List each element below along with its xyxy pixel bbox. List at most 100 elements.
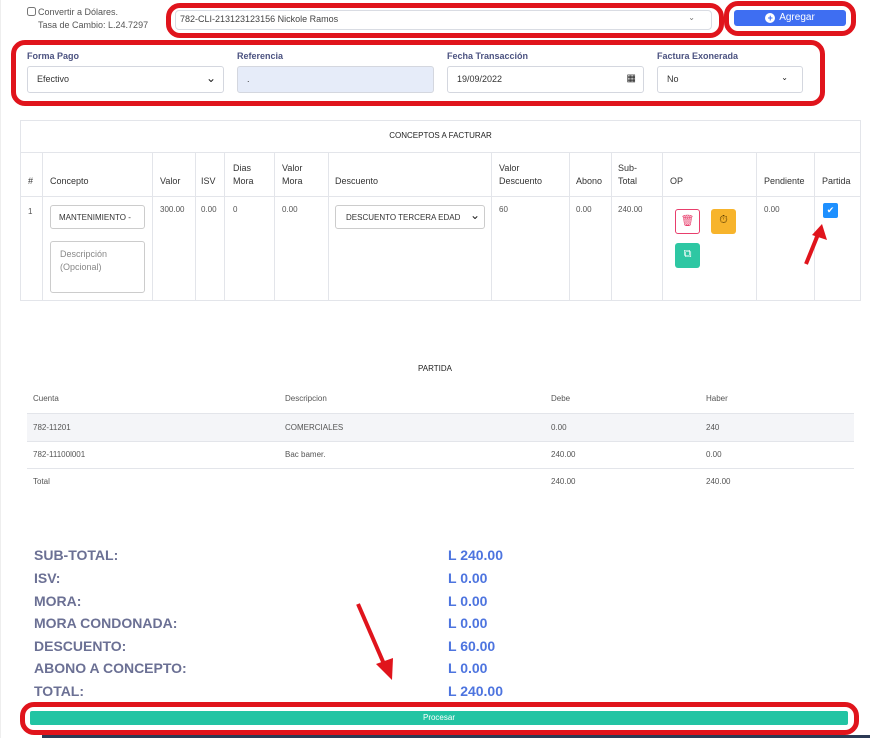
- cuenta-cell: 782-11201: [33, 423, 71, 432]
- referencia-value: .: [247, 74, 250, 84]
- forma-pago-select[interactable]: Efectivo ⌄: [27, 66, 224, 93]
- arrow-annotation-icon: [356, 603, 393, 680]
- referencia-input[interactable]: .: [237, 66, 434, 93]
- descripcion-cell: COMERCIALES: [285, 423, 344, 432]
- haber-cell: 240: [706, 423, 720, 432]
- client-select[interactable]: 782-CLI-213123123156 Nickole Ramos ⌄: [175, 10, 712, 30]
- row-valor-descuento: 60: [499, 205, 508, 214]
- convert-dollars-block: Convertir a Dólares. Tasa de Cambio: L.2…: [27, 6, 148, 32]
- row-abono: 0.00: [576, 205, 592, 214]
- col-abono: Abono: [576, 176, 603, 186]
- descripcion-cell: Bac bamer.: [285, 450, 326, 459]
- col-pendiente: Pendiente: [764, 176, 805, 186]
- haber-cell: 240.00: [706, 477, 731, 486]
- timer-button[interactable]: ⏱: [711, 209, 736, 234]
- check-icon: ✔: [826, 205, 835, 215]
- exonerada-value: No: [667, 74, 679, 84]
- debe-cell: 240.00: [551, 477, 576, 486]
- mora-value: L 0.00: [448, 593, 488, 609]
- col-subtotal: Sub- Total: [618, 163, 638, 186]
- divider: [328, 152, 329, 300]
- row-pendiente: 0.00: [764, 205, 780, 214]
- row-isv: 0.00: [201, 205, 217, 214]
- col-isv: ISV: [201, 176, 216, 186]
- col-valor-descuento: Valor Descuento: [499, 163, 543, 186]
- col-partida: Partida: [822, 176, 851, 186]
- exchange-rate-label: Tasa de Cambio: L.24.7297: [38, 20, 149, 30]
- col-haber: Haber: [706, 394, 728, 403]
- chevron-down-icon: ⌄: [781, 73, 788, 82]
- exonerada-label: Factura Exonerada: [657, 51, 739, 61]
- row-valor-mora: 0.00: [282, 205, 298, 214]
- divider: [611, 152, 612, 300]
- partida-checkbox[interactable]: ✔: [823, 203, 838, 218]
- conceptos-title: CONCEPTOS A FACTURAR: [389, 131, 492, 140]
- copy-icon: ⧉: [683, 248, 692, 260]
- divider: [21, 152, 860, 153]
- col-concepto: Concepto: [50, 176, 89, 186]
- partida-header-row: Cuenta Descripcion Debe Haber: [27, 385, 854, 412]
- referencia-label: Referencia: [237, 51, 284, 61]
- divider: [274, 152, 275, 300]
- divider: [491, 152, 492, 300]
- col-num: #: [28, 176, 34, 186]
- col-descuento: Descuento: [335, 176, 379, 186]
- abono-value: L 0.00: [448, 660, 488, 676]
- col-cuenta: Cuenta: [33, 394, 59, 403]
- descripcion-textarea[interactable]: Descripción (Opcional): [50, 241, 145, 293]
- convert-dollars-label: Convertir a Dólares.: [38, 7, 119, 17]
- mora-condonada-label: MORA CONDONADA:: [34, 615, 178, 631]
- fecha-label: Fecha Transacción: [447, 51, 529, 61]
- add-button[interactable]: + Agregar: [734, 10, 846, 26]
- divider: [224, 152, 225, 300]
- descuento-select[interactable]: DESCUENTO TERCERA EDAD ⌄: [335, 205, 485, 229]
- col-debe: Debe: [551, 394, 571, 403]
- col-descripcion: Descripcion: [285, 394, 327, 403]
- divider: [152, 152, 153, 300]
- concepto-input[interactable]: MANTENIMIENTO -: [50, 205, 145, 229]
- arrow-annotation-icon: [804, 224, 827, 265]
- col-valor: Valor: [160, 176, 181, 186]
- descuento-value: DESCUENTO TERCERA EDAD: [346, 213, 461, 222]
- copy-button[interactable]: ⧉: [675, 243, 700, 268]
- conceptos-table: CONCEPTOS A FACTURAR # Concepto Valor IS…: [20, 120, 861, 301]
- mora-condonada-value: L 0.00: [448, 615, 488, 631]
- haber-cell: 0.00: [706, 450, 722, 459]
- table-row: 782-11100l001 Bac bamer. 240.00 0.00: [27, 441, 854, 468]
- cuenta-cell: 782-11100l001: [33, 450, 86, 459]
- chevron-down-icon: ⌄: [205, 71, 216, 85]
- calendar-icon[interactable]: ▦: [627, 73, 636, 84]
- divider: [195, 152, 196, 300]
- convert-dollars-checkbox[interactable]: [27, 7, 36, 16]
- row-dias-mora: 0: [233, 205, 238, 214]
- isv-value: L 0.00: [448, 570, 488, 586]
- forma-pago-label: Forma Pago: [27, 51, 80, 61]
- forma-pago-value: Efectivo: [37, 74, 70, 84]
- divider: [662, 152, 663, 300]
- mora-label: MORA:: [34, 593, 82, 609]
- divider: [42, 152, 43, 300]
- trash-icon: 🗑: [680, 215, 695, 227]
- col-op: OP: [670, 176, 684, 186]
- process-button[interactable]: Procesar: [30, 711, 848, 725]
- client-value: 782-CLI-213123123156 Nickole Ramos: [180, 14, 339, 24]
- cuenta-cell: Total: [33, 477, 50, 486]
- fecha-input[interactable]: 19/09/2022 ▦: [447, 66, 644, 93]
- debe-cell: 0.00: [551, 423, 567, 432]
- subtotal-label: SUB-TOTAL:: [34, 547, 119, 563]
- col-dias-mora: Dias Mora: [233, 163, 254, 186]
- fecha-value: 19/09/2022: [457, 74, 503, 84]
- chevron-down-icon: ⌄: [469, 208, 480, 222]
- add-button-label: Agregar: [779, 12, 815, 23]
- descuento-value: L 60.00: [448, 638, 496, 654]
- descuento-label: DESCUENTO:: [34, 638, 127, 654]
- col-valor-mora: Valor Mora: [282, 163, 303, 186]
- partida-title: PARTIDA: [418, 364, 452, 373]
- divider: [569, 152, 570, 300]
- exonerada-select[interactable]: No ⌄: [657, 66, 803, 93]
- row-subtotal: 240.00: [618, 205, 643, 214]
- abono-label: ABONO A CONCEPTO:: [34, 660, 187, 676]
- delete-button[interactable]: 🗑: [675, 209, 700, 234]
- timer-icon: ⏱: [719, 214, 728, 226]
- table-row: 782-11201 COMERCIALES 0.00 240: [27, 414, 854, 441]
